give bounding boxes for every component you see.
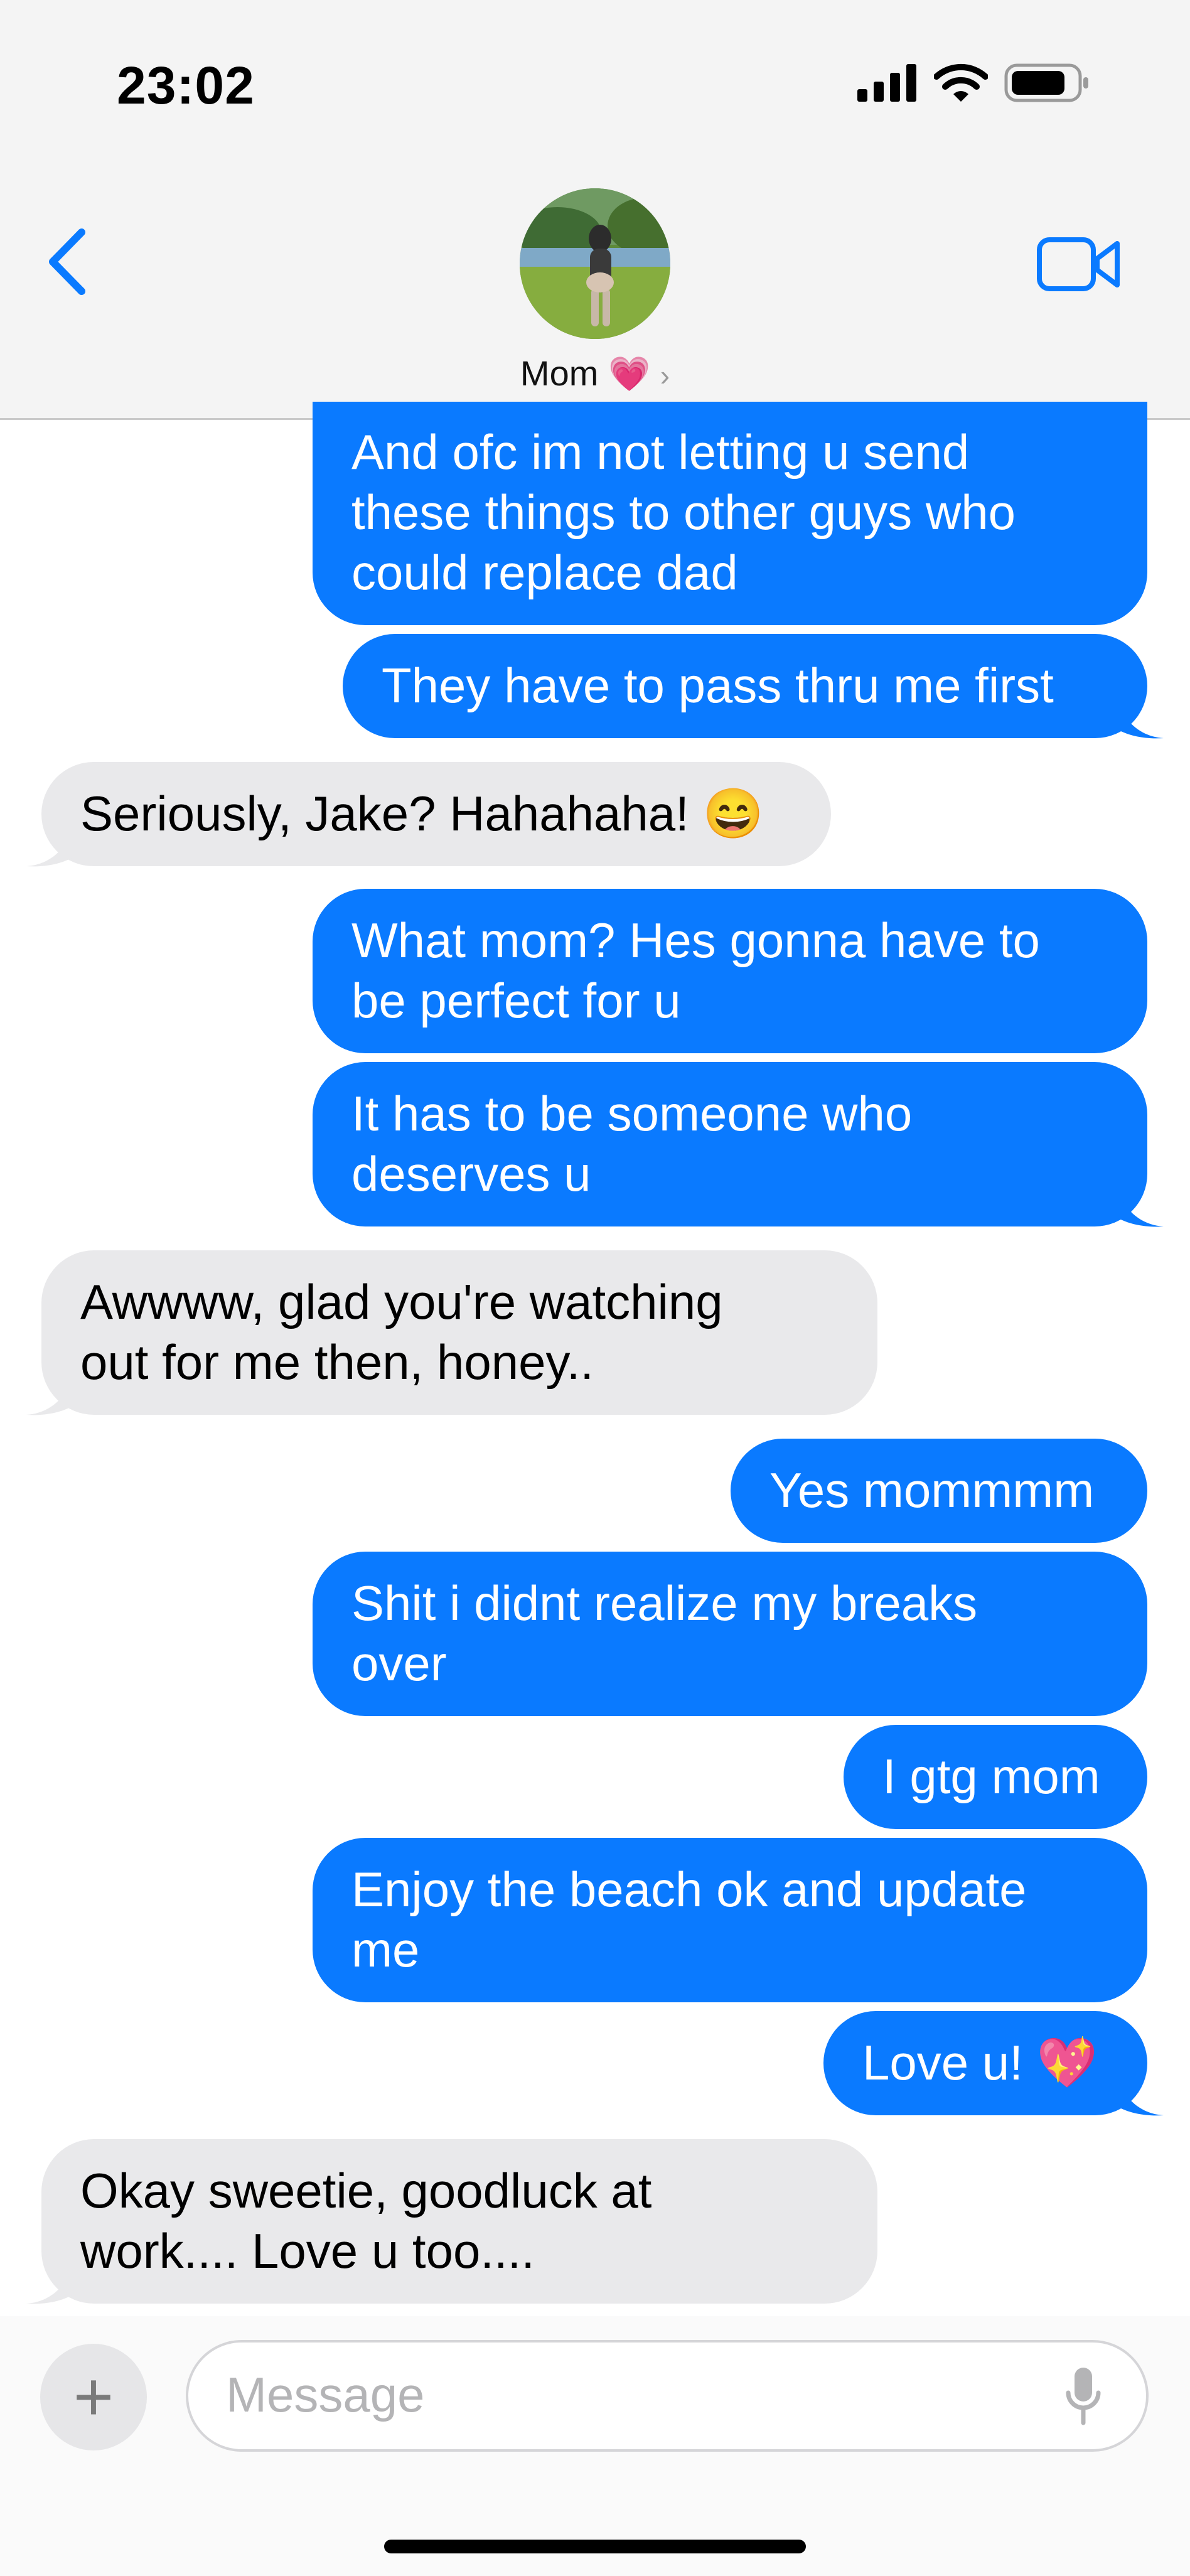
bubble-tail — [1117, 1186, 1164, 1227]
plus-icon: + — [73, 2358, 114, 2435]
contact-name: Mom — [520, 353, 599, 393]
cellular-signal-icon — [857, 64, 916, 102]
wifi-icon — [934, 63, 988, 102]
dictation-button[interactable] — [1064, 2365, 1102, 2431]
message-line: Shit i didnt realize my breaks — [351, 1575, 978, 1631]
outgoing-message-bubble[interactable]: Shit i didnt realize my breaks over — [313, 1552, 1147, 1716]
status-icons — [857, 63, 1090, 103]
message-line: out for me then, honey.. — [80, 1334, 594, 1390]
message-line: Love u! 💖 — [862, 2035, 1098, 2090]
heart-emoji-icon: 💗 — [608, 355, 651, 393]
message-line: I gtg mom — [882, 1749, 1100, 1804]
avatar-photo — [520, 188, 670, 339]
message-line: Enjoy the beach ok and update — [351, 1862, 1027, 1917]
outgoing-message-bubble[interactable]: What mom? Hes gonna have to be perfect f… — [313, 889, 1147, 1053]
message-line: They have to pass thru me first — [382, 658, 1054, 713]
microphone-icon — [1066, 2368, 1101, 2425]
outgoing-message-bubble[interactable]: And ofc im not letting u send these thin… — [313, 402, 1147, 625]
outgoing-message-bubble[interactable]: Love u! 💖 — [823, 2011, 1147, 2115]
back-chevron-icon — [49, 228, 85, 295]
outgoing-message-bubble[interactable]: Enjoy the beach ok and update me — [313, 1838, 1147, 2002]
message-line: be perfect for u — [351, 973, 681, 1028]
battery-icon — [1004, 63, 1088, 102]
message-input[interactable]: Message — [186, 2340, 1149, 2452]
incoming-message-bubble[interactable]: Okay sweetie, goodluck at work.... Love … — [41, 2139, 877, 2304]
outgoing-message-bubble[interactable]: Yes mommmm — [731, 1439, 1147, 1543]
message-line: It has to be someone who — [351, 1086, 913, 1141]
message-placeholder: Message — [226, 2367, 425, 2422]
bubble-tail — [26, 2263, 73, 2304]
add-attachment-button[interactable]: + — [40, 2344, 147, 2450]
incoming-message-bubble[interactable]: Awwww, glad you're watching out for me t… — [41, 1250, 877, 1415]
message-line: over — [351, 1636, 447, 1691]
message-line: Seriously, Jake? Hahahaha! 😄 — [80, 786, 764, 841]
contact-name-row[interactable]: Mom 💗 › — [0, 353, 1190, 394]
outgoing-message-bubble[interactable]: I gtg mom — [844, 1725, 1147, 1829]
message-line: me — [351, 1922, 420, 1977]
incoming-message-bubble[interactable]: Seriously, Jake? Hahahaha! 😄 — [41, 762, 831, 866]
message-line: What mom? Hes gonna have to — [351, 913, 1040, 968]
message-line: Okay sweetie, goodluck at — [80, 2163, 652, 2218]
outgoing-message-bubble[interactable]: It has to be someone who deserves u — [313, 1062, 1147, 1226]
message-line: Awwww, glad you're watching — [80, 1274, 723, 1329]
message-line: deserves u — [351, 1146, 591, 1201]
message-line: Yes mommmm — [769, 1462, 1095, 1518]
chevron-right-icon: › — [660, 359, 670, 392]
bubble-tail — [1117, 698, 1164, 739]
status-time: 23:02 — [117, 56, 255, 115]
back-button[interactable] — [45, 227, 89, 299]
message-line: could replace dad — [351, 545, 738, 600]
contact-avatar[interactable] — [520, 188, 670, 339]
bubble-tail — [26, 1375, 73, 1415]
bubble-tail — [26, 826, 73, 867]
message-line: And ofc im not letting u send — [351, 424, 970, 480]
video-camera-icon — [1037, 237, 1120, 291]
message-line: work.... Love u too.... — [80, 2223, 535, 2278]
video-call-button[interactable] — [1037, 236, 1121, 296]
message-line: these things to other guys who — [351, 485, 1016, 540]
outgoing-message-bubble[interactable]: They have to pass thru me first — [343, 634, 1147, 738]
home-indicator[interactable] — [384, 2540, 806, 2553]
bubble-tail — [1117, 2075, 1164, 2116]
